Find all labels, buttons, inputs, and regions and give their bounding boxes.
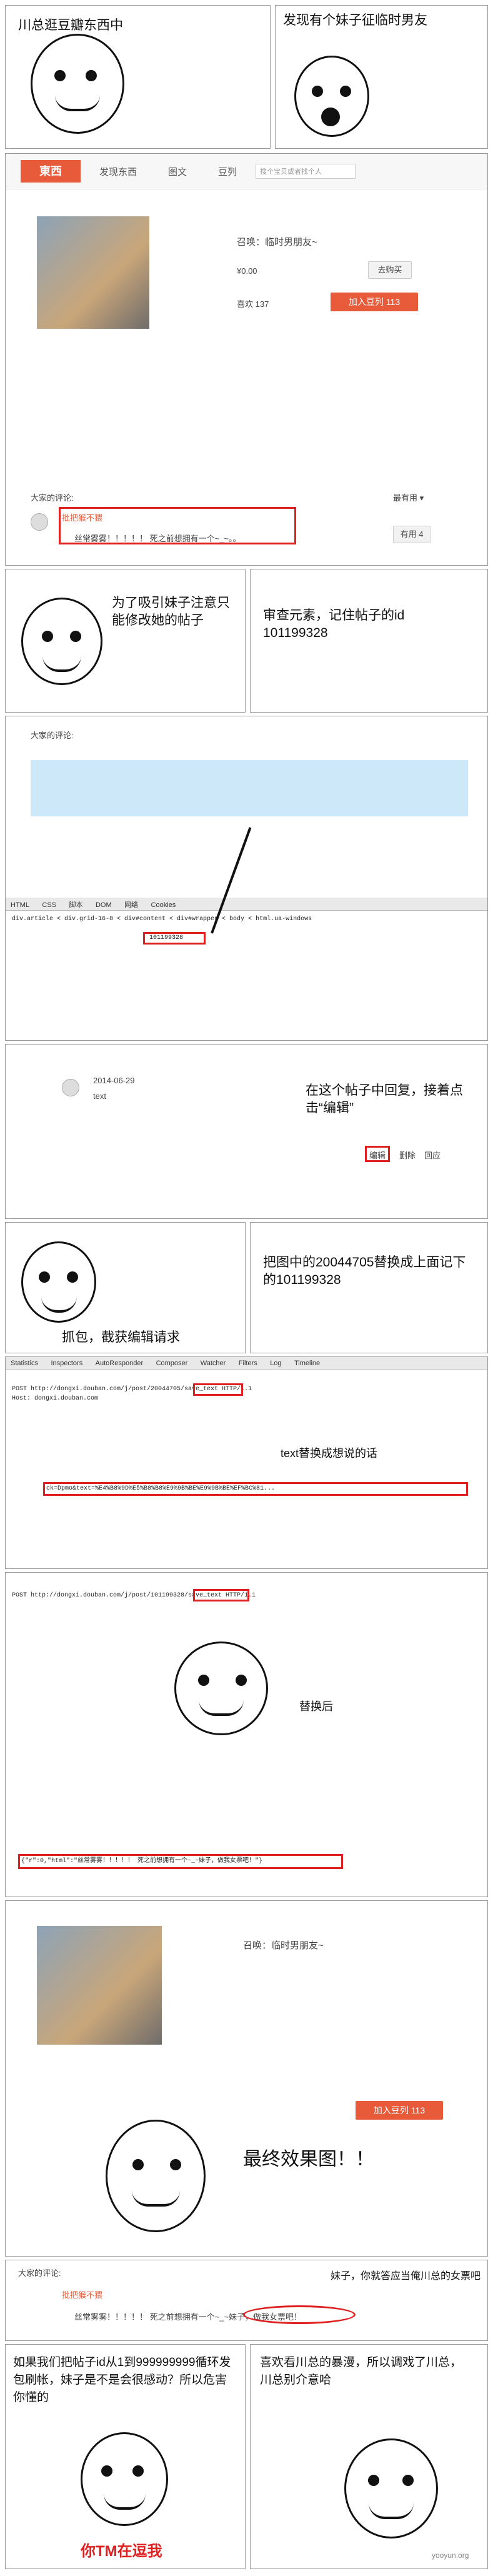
nav-lists[interactable]: 豆列	[218, 165, 237, 178]
comic-panel-12: 如果我们把帖子id从1到999999999循环发包刷帐，妹子是不是会很感动？所以…	[5, 2344, 246, 2569]
tab-inspectors[interactable]: Inspectors	[46, 1358, 87, 1369]
devtools-screenshot: 大家的评论: HTML CSS 脚本 DOM 网络 Cookies div.ar…	[5, 716, 488, 1041]
panel-3-text: 为了吸引妹子注意只能修改她的帖子	[112, 596, 230, 628]
fiddler-tabbar: Statistics Inspectors AutoResponder Comp…	[6, 1357, 487, 1370]
final-post-image	[37, 1926, 162, 2045]
panel-9-text: 替换后	[299, 1700, 333, 1713]
tab-dom[interactable]: DOM	[91, 900, 117, 911]
panel-12-text: 如果我们把帖子id从1到999999999循环发包刷帐，妹子是不是会很感动？所以…	[13, 2356, 231, 2404]
panel-2-text: 发现有个妹子征临时男友	[283, 13, 427, 28]
headset-face	[31, 34, 124, 134]
nav-discover[interactable]: 发现东西	[99, 165, 137, 178]
useful-button[interactable]: 有用 4	[393, 526, 431, 543]
panel-1-text: 川总逛豆瓣东西中	[18, 18, 123, 33]
fiddler-before: Statistics Inspectors AutoResponder Comp…	[5, 1356, 488, 1569]
comments-header: 大家的评论:	[31, 493, 74, 503]
nav-articles[interactable]: 图文	[168, 165, 187, 178]
comic-panel-3: 为了吸引妹子注意只能修改她的帖子	[5, 569, 246, 713]
tab-cookies[interactable]: Cookies	[146, 900, 181, 911]
final-comment: 大家的评论: 批把猴不猥 丝常雾雾！！！！！ 死之前想拥有一个~_~妹子，做我女…	[5, 2260, 488, 2341]
tab-css[interactable]: CSS	[37, 900, 61, 911]
post-image	[37, 216, 149, 329]
avatar	[31, 513, 48, 531]
tab-composer[interactable]: Composer	[151, 1358, 193, 1369]
panel-6-text: 抓包，截获编辑请求	[62, 1330, 180, 1345]
delete-link[interactable]: 删除	[399, 1149, 416, 1161]
edit-link[interactable]: 编辑	[369, 1149, 386, 1161]
sly-face	[21, 1241, 96, 1323]
panel-13-text: 喜欢看川总的暴漫，所以调戏了川总，川总别介意哈	[260, 2356, 462, 2387]
post-price: ¥0.00	[237, 266, 257, 276]
final-highlight	[243, 2305, 356, 2324]
grin-face	[344, 2438, 438, 2538]
panel-5-text: 在这个帖子中回复，接着点击“编辑”	[306, 1083, 463, 1115]
panel-12-red-text: 你TM在逗我	[81, 2543, 162, 2560]
final-post-title: 召唤：临时男朋友~	[243, 1940, 324, 1951]
dom-breadcrumb: div.article < div.grid-16-8 < div#conten…	[12, 916, 312, 923]
reply-text: text	[93, 1091, 106, 1101]
tab-html[interactable]: HTML	[6, 900, 34, 911]
fiddler-after: POST http://dongxi.douban.com/j/post/101…	[5, 1572, 488, 1897]
thinking-face	[21, 598, 102, 685]
reply-edit-panel: 2014-06-29 text 在这个帖子中回复，接着点击“编辑” 编辑 删除 …	[5, 1044, 488, 1219]
smug-face	[106, 2120, 206, 2232]
comic-panel-2: 发现有个妹子征临时男友	[275, 5, 488, 149]
post-title: 召唤：临时男朋友~	[237, 237, 317, 248]
watermark: yooyun.org	[432, 2551, 469, 2560]
douban-logo[interactable]: 東西	[21, 160, 81, 183]
reply-avatar	[62, 1079, 79, 1096]
panel-4-text: 审查元素，记住帖子的id 101199328	[263, 608, 405, 640]
sort-dropdown[interactable]: 最有用 ▾	[393, 491, 424, 503]
final-result: 召唤：临时男朋友~ 加入豆列 113 最终效果图！！	[5, 1900, 488, 2257]
host-line: Host: dongxi.douban.com	[12, 1395, 99, 1402]
comic-panel-13: 喜欢看川总的暴漫，所以调戏了川总，川总别介意哈 yooyun.org	[250, 2344, 488, 2569]
post-id-value: 101199328	[149, 935, 184, 941]
id-before-highlight	[193, 1383, 243, 1396]
highlight-box	[59, 507, 296, 544]
douban-navbar: 東西 发现东西 图文 豆列 搜个宝贝或者找个人	[6, 154, 487, 189]
tab-script[interactable]: 脚本	[64, 898, 87, 911]
tab-watcher[interactable]: Watcher	[196, 1358, 231, 1369]
panel-7-text: 把图中的20044705替换成上面记下的101199328	[263, 1255, 466, 1287]
reply-link[interactable]: 回应	[424, 1149, 441, 1161]
comic-panel-7: 把图中的20044705替换成上面记下的101199328	[250, 1222, 488, 1353]
body-line: ck=Dpmo&text=%E4%B8%9D%E5%B8%B8%E9%9B%BE…	[46, 1485, 276, 1492]
inspected-comment	[31, 760, 468, 816]
panel-8-text: text替换成想说的话	[281, 1447, 378, 1460]
shocked-face	[294, 56, 369, 137]
angry-face	[81, 2432, 168, 2526]
tab-network[interactable]: 网络	[119, 898, 143, 911]
tab-log[interactable]: Log	[265, 1358, 286, 1369]
response-body: {"r":0,"html":"丝常雾雾！！！！！ 死之前想拥有一个~_~妹子，做…	[21, 1858, 263, 1865]
tab-statistics[interactable]: Statistics	[6, 1358, 43, 1369]
comic-panel-1: 川总逛豆瓣东西中	[5, 5, 271, 149]
final-comment-user[interactable]: 批把猴不猥	[62, 2288, 102, 2300]
tab-timeline[interactable]: Timeline	[289, 1358, 325, 1369]
comic-panel-4: 审查元素，记住帖子的id 101199328	[250, 569, 488, 713]
search-input[interactable]: 搜个宝贝或者找个人	[256, 164, 356, 179]
comic-panel-6: 抓包，截获编辑请求	[5, 1222, 246, 1353]
reply-date: 2014-06-29	[93, 1076, 135, 1085]
buy-button[interactable]: 去购买	[368, 261, 412, 279]
panel-10-text: 最终效果图！！	[243, 2149, 374, 2170]
comments-header-2: 大家的评论:	[31, 731, 74, 740]
add-to-list-button[interactable]: 加入豆列 113	[331, 293, 418, 311]
devtools-tabbar: HTML CSS 脚本 DOM 网络 Cookies	[6, 898, 487, 911]
douban-screenshot-1: 東西 发现东西 图文 豆列 搜个宝贝或者找个人 召唤：临时男朋友~ ¥0.00 …	[5, 153, 488, 566]
troll-face	[174, 1641, 268, 1735]
final-comments-header: 大家的评论:	[18, 2268, 61, 2278]
tab-filters[interactable]: Filters	[234, 1358, 262, 1369]
final-add-list-button[interactable]: 加入豆列 113	[356, 2101, 443, 2120]
likes-count[interactable]: 喜欢 137	[237, 298, 269, 309]
id-after-highlight	[193, 1589, 249, 1601]
panel-11-text: 妹子，你就答应当俺川总的女票吧	[331, 2271, 481, 2282]
tab-autoresponder[interactable]: AutoResponder	[91, 1358, 148, 1369]
